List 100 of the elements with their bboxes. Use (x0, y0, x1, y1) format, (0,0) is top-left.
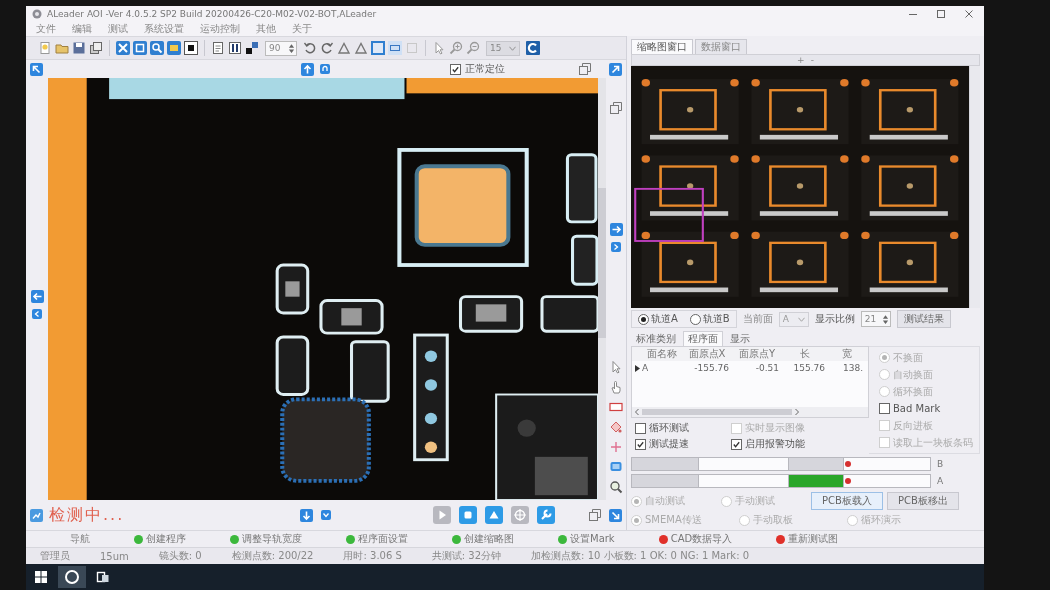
rectangle-icon[interactable] (609, 400, 623, 414)
pcb-button[interactable]: PCB板移出 (886, 492, 959, 510)
logo-icon[interactable] (526, 41, 540, 55)
zoom-out-icon[interactable] (466, 41, 480, 55)
hand-icon[interactable] (609, 380, 623, 394)
menu-item[interactable]: 运动控制 (200, 23, 240, 35)
triangle-icon[interactable] (337, 41, 351, 55)
pcb-button[interactable]: PCB板载入 (811, 492, 883, 510)
spin-arrows-icon[interactable] (288, 42, 295, 54)
cursor-icon[interactable] (609, 360, 623, 374)
square-icon[interactable] (184, 41, 198, 55)
tab[interactable]: 显示 (725, 331, 755, 346)
nav-step[interactable]: 创建程序 (134, 533, 186, 545)
tab[interactable]: 标准类别 (631, 331, 681, 346)
scroll-right-icon[interactable] (794, 408, 800, 416)
tools-icon[interactable] (116, 41, 130, 55)
horizontal-scrollbar[interactable] (632, 407, 868, 417)
diagonal-arrow-icon[interactable] (30, 62, 43, 76)
nav-step[interactable]: 程序面设置 (346, 533, 408, 545)
column-header[interactable]: 宽 (828, 347, 866, 361)
zoom-dropdown[interactable]: 15 (486, 40, 520, 56)
down-arrow-icon[interactable] (300, 508, 314, 522)
spin-arrows-icon[interactable] (881, 313, 889, 325)
menu-item[interactable]: 其他 (256, 23, 276, 35)
save-icon[interactable] (72, 41, 86, 55)
column-header[interactable]: 面原点Y (732, 347, 782, 361)
triangle-button[interactable] (485, 506, 504, 524)
small-tile-icon[interactable] (321, 510, 332, 520)
radio-button[interactable] (638, 313, 649, 325)
zoom-step-button[interactable]: - (809, 55, 815, 65)
tab[interactable]: 缩略图窗口 (631, 39, 693, 54)
nav-step[interactable]: 调整导轨宽度 (230, 533, 302, 545)
triangle-icon[interactable] (354, 41, 368, 55)
nav-step[interactable]: 设置Mark (558, 533, 615, 545)
scrollbar-thumb[interactable] (642, 409, 792, 415)
checkbox[interactable] (731, 438, 742, 450)
magnifier-icon[interactable] (150, 41, 164, 55)
crosshair-button[interactable] (511, 506, 530, 524)
nav-step[interactable]: 创建缩略图 (452, 533, 514, 545)
stop-button[interactable] (459, 506, 478, 524)
frame-icon[interactable] (133, 41, 147, 55)
right-arrow-icon[interactable] (609, 222, 623, 236)
column-header[interactable]: 面名称 (642, 347, 682, 361)
scale-spinbox[interactable]: 21 (860, 311, 891, 327)
play-button[interactable] (433, 506, 452, 524)
small-tile-icon[interactable] (611, 241, 621, 252)
paint-icon[interactable] (609, 420, 623, 434)
rectangle-icon[interactable] (388, 41, 402, 55)
menu-item[interactable]: 测试 (108, 23, 128, 35)
layers-icon[interactable] (89, 41, 103, 55)
vertical-scrollbar[interactable] (969, 66, 980, 308)
restore-icon[interactable] (610, 102, 622, 114)
rotate-left-icon[interactable] (303, 41, 317, 55)
menu-item[interactable]: 关于 (292, 23, 312, 35)
close-button[interactable] (964, 9, 974, 19)
column-header[interactable]: 面原点X (682, 347, 732, 361)
start-button[interactable] (34, 570, 48, 584)
plus-icon[interactable] (609, 440, 623, 454)
checkbox[interactable] (450, 63, 461, 75)
restore-icon[interactable] (589, 509, 601, 521)
folder-icon[interactable] (55, 41, 69, 55)
test-result-button[interactable]: 测试结果 (896, 310, 951, 328)
magnifier-icon[interactable] (609, 480, 623, 494)
zoom-step-button[interactable]: + (796, 55, 806, 65)
scrollbar-thumb[interactable] (598, 188, 606, 338)
frame-icon[interactable] (371, 41, 385, 55)
radio-button[interactable] (689, 313, 701, 325)
nav-step[interactable]: 重新测试图 (776, 533, 839, 545)
vertical-scrollbar[interactable] (598, 78, 606, 500)
small-tile-icon[interactable] (320, 64, 330, 74)
menu-item[interactable]: 文件 (36, 23, 56, 35)
diagonal-arrow-icon[interactable] (609, 508, 622, 522)
scroll-left-icon[interactable] (634, 408, 640, 416)
side-dropdown[interactable]: A (778, 311, 809, 327)
columns-icon[interactable] (228, 41, 242, 55)
rotate-right-icon[interactable] (320, 41, 334, 55)
checkbox[interactable] (635, 438, 646, 450)
restore-icon[interactable] (579, 63, 591, 75)
cursor-icon[interactable] (432, 41, 446, 55)
maximize-button[interactable] (936, 9, 946, 19)
menu-item[interactable]: 系统设置 (144, 23, 184, 35)
zoom-in-icon[interactable] (449, 41, 463, 55)
app-window-icon[interactable] (96, 570, 110, 584)
diagonal-arrow-icon[interactable] (609, 62, 622, 76)
monitor-icon[interactable] (609, 460, 623, 474)
tab[interactable]: 程序面 (683, 331, 723, 346)
column-header[interactable]: 长 (782, 347, 828, 361)
picture-tile-icon[interactable] (30, 508, 43, 522)
angle-spinbox[interactable]: 90 (265, 40, 297, 56)
menu-item[interactable]: 编辑 (72, 23, 92, 35)
checkbox[interactable] (635, 422, 646, 434)
small-tile-icon[interactable] (32, 309, 42, 319)
nav-step[interactable]: CAD数据导入 (658, 533, 733, 545)
tab[interactable]: 数据窗口 (695, 39, 747, 54)
wrench-button[interactable] (537, 506, 556, 524)
notepad-icon[interactable] (211, 41, 225, 55)
left-arrow-icon[interactable] (30, 290, 44, 303)
new-file-icon[interactable] (38, 41, 52, 55)
squares-icon[interactable] (245, 41, 259, 55)
up-arrow-icon[interactable] (301, 62, 314, 76)
